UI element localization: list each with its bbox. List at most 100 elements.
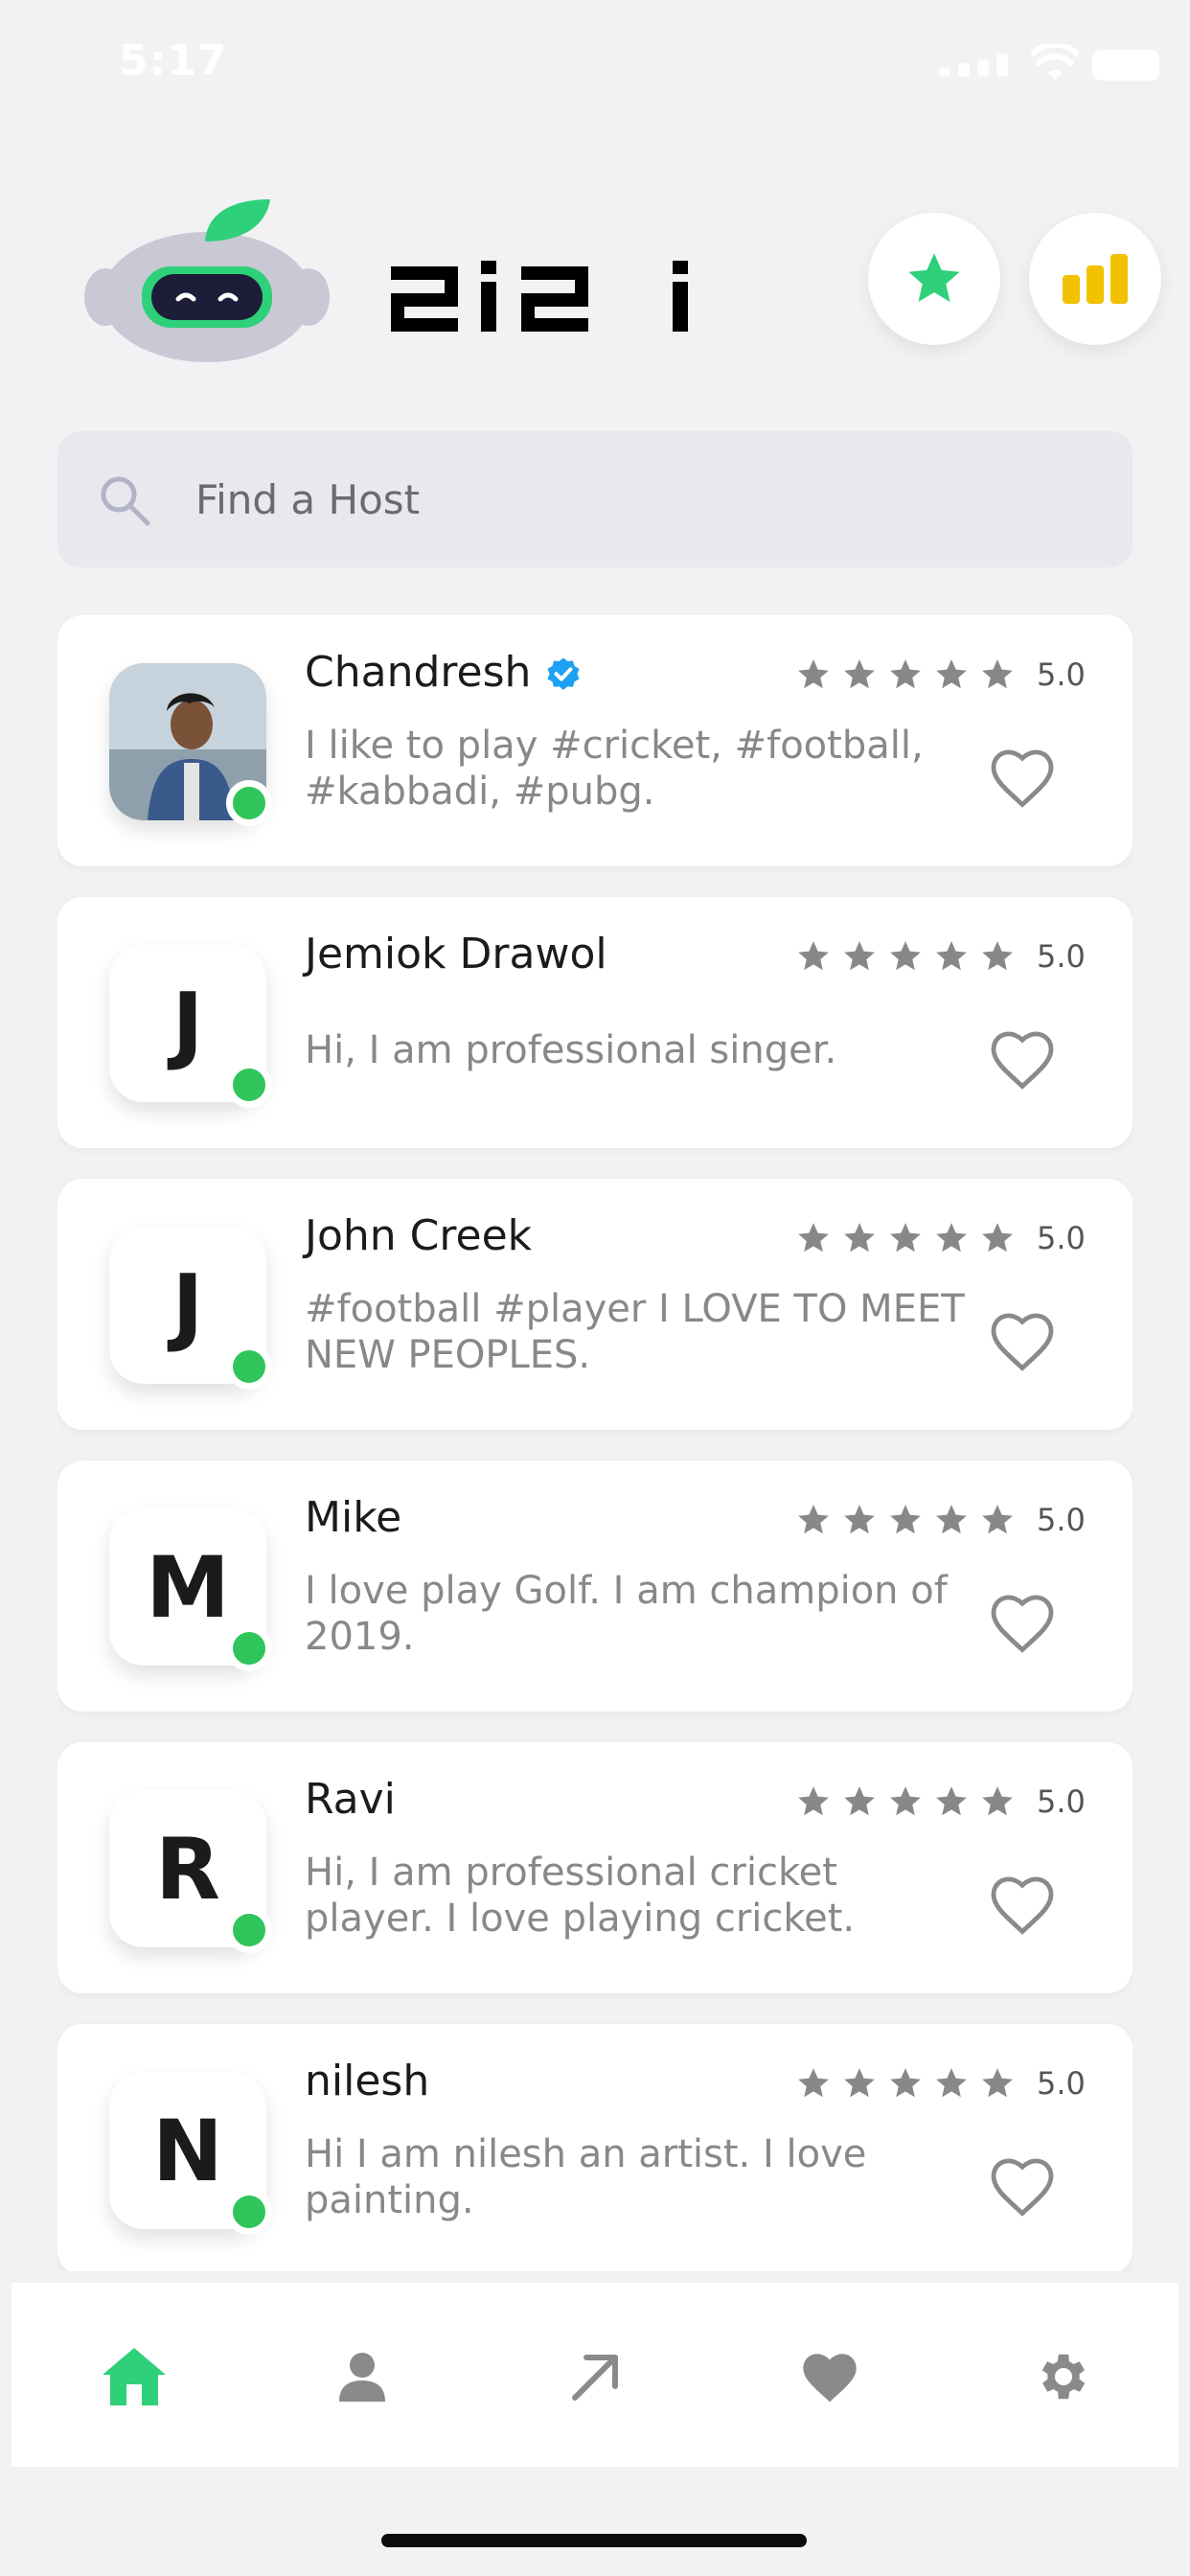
rating-value: 5.0 xyxy=(1037,656,1086,693)
star-icon xyxy=(982,1505,1013,1534)
nav-favorites[interactable] xyxy=(791,2338,868,2415)
star-icon xyxy=(890,659,921,689)
star-icon xyxy=(844,1223,875,1253)
rating-value: 5.0 xyxy=(1037,2065,1086,2102)
host-name: John Creek xyxy=(305,1211,533,1260)
host-card[interactable]: R Ravi 5.0 Hi, I am professional cricket… xyxy=(57,1742,1133,1993)
wifi-icon xyxy=(1031,44,1079,80)
rating-value: 5.0 xyxy=(1037,1220,1086,1256)
host-bio: I love play Golf. I am champion of 2019. xyxy=(305,1569,948,1659)
bar-chart-icon xyxy=(1063,254,1128,304)
zizi-wordmark xyxy=(391,261,688,332)
home-icon xyxy=(103,2348,166,2405)
host-card[interactable]: J Jemiok Drawol 5.0 Hi, I am professiona… xyxy=(57,897,1133,1148)
rating: 5.0 xyxy=(795,937,1086,976)
star-icon xyxy=(936,1786,967,1816)
avatar-letter: J xyxy=(172,974,204,1073)
rating: 5.0 xyxy=(795,1501,1086,1539)
favorite-heart-icon[interactable] xyxy=(987,1027,1058,1091)
host-list: Chandresh 5.0 I like to play #cricket, #… xyxy=(57,615,1133,2271)
host-card[interactable]: Chandresh 5.0 I like to play #cricket, #… xyxy=(57,615,1133,866)
star-icon xyxy=(890,941,921,971)
avatar-letter: M xyxy=(146,1537,230,1637)
bottom-nav xyxy=(11,2283,1179,2467)
star-icon xyxy=(890,1223,921,1253)
status-time: 5:17 xyxy=(119,36,228,85)
star-icon xyxy=(890,2068,921,2098)
heart-icon xyxy=(803,2354,857,2403)
star-icon xyxy=(936,2068,967,2098)
rating: 5.0 xyxy=(795,656,1086,694)
star-icon xyxy=(844,1786,875,1816)
host-bio: Hi I am nilesh an artist. I love paintin… xyxy=(305,2132,867,2222)
robot-logo-icon xyxy=(84,199,330,362)
star-icon xyxy=(982,659,1013,689)
verified-badge-icon xyxy=(547,657,580,690)
search-input[interactable] xyxy=(195,431,1058,567)
star-icon xyxy=(844,941,875,971)
online-status-dot xyxy=(226,1344,272,1390)
host-bio: Hi, I am professional singer. xyxy=(305,1028,837,1072)
status-bar: 5:17 xyxy=(0,0,1190,134)
nav-settings[interactable] xyxy=(1025,2338,1102,2415)
favorite-heart-icon[interactable] xyxy=(987,2154,1058,2218)
search-icon xyxy=(101,476,150,526)
battery-icon xyxy=(1092,50,1159,80)
star-icon xyxy=(982,1786,1013,1816)
host-card[interactable]: J John Creek 5.0 #football #player I LOV… xyxy=(57,1179,1133,1430)
host-card[interactable]: N nilesh 5.0 Hi I am nilesh an artist. I… xyxy=(57,2024,1133,2271)
host-bio: Hi, I am professional cricket player. I … xyxy=(305,1851,856,1941)
rating: 5.0 xyxy=(795,1782,1086,1821)
status-icons xyxy=(939,44,1169,82)
home-indicator xyxy=(381,2534,807,2547)
online-status-dot xyxy=(226,1062,272,1108)
stats-button[interactable] xyxy=(1029,213,1161,345)
search-bar[interactable] xyxy=(57,431,1133,567)
host-card[interactable]: M Mike 5.0 I love play Golf. I am champi… xyxy=(57,1460,1133,1712)
star-icon xyxy=(936,1223,967,1253)
avatar-letter: J xyxy=(172,1255,204,1355)
nav-profile[interactable] xyxy=(324,2338,400,2415)
star-icon xyxy=(798,1223,829,1253)
favorites-button[interactable] xyxy=(868,213,1000,345)
host-name: Ravi xyxy=(305,1775,396,1824)
online-status-dot xyxy=(226,1625,272,1671)
arrow-up-right-icon xyxy=(572,2355,618,2401)
star-icon xyxy=(844,659,875,689)
star-icon xyxy=(844,2068,875,2098)
favorite-heart-icon[interactable] xyxy=(987,1873,1058,1936)
star-icon xyxy=(982,1223,1013,1253)
star-icon xyxy=(890,1505,921,1534)
host-name: Jemiok Drawol xyxy=(305,930,607,978)
star-icon xyxy=(798,1505,829,1534)
online-status-dot xyxy=(226,2189,272,2235)
online-status-dot xyxy=(226,1907,272,1953)
gear-icon xyxy=(1041,2354,1086,2400)
star-icon xyxy=(982,2068,1013,2098)
star-icon xyxy=(798,1786,829,1816)
favorite-heart-icon[interactable] xyxy=(987,746,1058,809)
star-icon xyxy=(798,941,829,971)
avatar-letter: R xyxy=(155,1819,220,1919)
rating: 5.0 xyxy=(795,2064,1086,2103)
star-icon xyxy=(982,941,1013,971)
star-icon xyxy=(798,2068,829,2098)
avatar-letter: N xyxy=(152,2101,223,2200)
rating-value: 5.0 xyxy=(1037,1783,1086,1820)
nav-home[interactable] xyxy=(96,2338,172,2415)
nav-trending[interactable] xyxy=(558,2338,634,2415)
favorite-heart-icon[interactable] xyxy=(987,1591,1058,1654)
rating: 5.0 xyxy=(795,1219,1086,1257)
host-name: Chandresh xyxy=(305,648,532,697)
star-icon xyxy=(936,941,967,971)
rating-value: 5.0 xyxy=(1037,938,1086,975)
star-icon xyxy=(936,1505,967,1534)
user-icon xyxy=(339,2353,385,2402)
signal-icon xyxy=(939,54,1008,77)
star-icon xyxy=(798,659,829,689)
star-icon xyxy=(936,659,967,689)
host-bio: I like to play #cricket, #football, #kab… xyxy=(305,724,924,814)
star-icon xyxy=(844,1505,875,1534)
star-icon xyxy=(890,1786,921,1816)
favorite-heart-icon[interactable] xyxy=(987,1309,1058,1372)
